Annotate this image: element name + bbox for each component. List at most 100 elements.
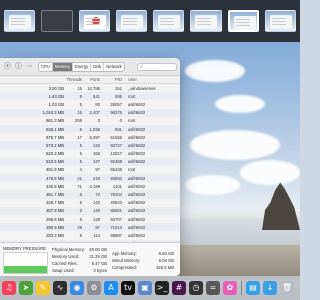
dock-terminal-icon[interactable]: >_	[155, 281, 169, 295]
table-row[interactable]: 481.8 MB 4 97 65436 root	[0, 166, 180, 174]
table-cell: asifr6602	[128, 208, 146, 214]
table-cell: 218	[93, 175, 100, 181]
space-thumbnail[interactable]	[115, 10, 147, 32]
table-cell: 137	[93, 159, 100, 165]
dock-slack-icon[interactable]: #	[172, 281, 186, 295]
dock-folder-applications-icon[interactable]: ▤	[246, 281, 260, 295]
dock-folder-downloads-icon[interactable]: ↓	[263, 281, 277, 295]
dock-system-settings-icon[interactable]: ⚙	[87, 281, 101, 295]
table-cell: root	[128, 167, 136, 173]
table-cell: 283.3 MB	[46, 232, 64, 238]
table-row[interactable]: 351.7 MB 6 72 79104 asifr6602	[0, 190, 180, 199]
tab-energy[interactable]: Energy	[73, 62, 92, 71]
table-cell: asifr6602	[128, 200, 146, 206]
dock-maps-icon[interactable]: ➤	[19, 281, 33, 295]
table-cell: asifr6602	[128, 142, 146, 148]
table-cell: 40843	[110, 200, 122, 206]
dock-clock-icon[interactable]: ◷	[189, 281, 203, 295]
table-cell: 72	[95, 192, 100, 198]
table-cell: root	[128, 93, 136, 99]
table-cell: 296.6 MB	[46, 216, 64, 222]
dock-app-store-icon[interactable]: A	[104, 281, 118, 295]
column-pid[interactable]: PID	[100, 77, 122, 82]
table-cell: 85661	[110, 208, 122, 214]
table-cell: _windowserver	[128, 85, 156, 91]
dock-notes-icon[interactable]: ✎	[36, 281, 50, 295]
table-cell: 79104	[110, 192, 122, 198]
memory-footer: MEMORY PRESSURE Physical Memory: 40.00 GB…	[0, 242, 180, 276]
search-input[interactable]: ⌕	[137, 62, 177, 71]
table-cell: 3	[79, 208, 82, 214]
space-thumbnail[interactable]	[78, 10, 110, 32]
table-row[interactable]: 476.5 MB 21 218 93693 asifr6602	[0, 174, 180, 183]
table-cell: asifr6602	[128, 126, 146, 132]
space-thumbnail[interactable]	[4, 10, 36, 32]
table-row[interactable]: 573.2 MB 5 123 93727 asifr6602	[0, 141, 180, 150]
space-thumbnail[interactable]	[264, 10, 297, 32]
space-thumbnail-current[interactable]	[227, 10, 259, 32]
table-row[interactable]: 296.6 MB 5 128 93707 asifr6602	[0, 215, 180, 223]
space-thumbnail[interactable]	[190, 10, 222, 32]
table-cell: asifr6602	[128, 183, 146, 189]
tab-cpu[interactable]: CPU	[39, 62, 53, 71]
table-cell: 92468	[110, 159, 122, 165]
table-row[interactable]: 3.00 GB 15 12,786 151 _windowserver	[0, 84, 180, 92]
column-threads[interactable]: Threads	[64, 77, 82, 82]
table-cell: 675.7 MB	[46, 134, 64, 140]
table-cell: asifr6602	[128, 134, 146, 140]
info-icon[interactable]: ⓘ	[14, 62, 23, 71]
table-cell: asifr6602	[128, 151, 146, 157]
dock-music-icon[interactable]: ♫	[2, 281, 16, 295]
table-cell: asifr6602	[128, 159, 146, 165]
column-user[interactable]: User	[122, 77, 162, 82]
table-row[interactable]: 1,010.3 MB 15 2,407 96376 asifr6602	[0, 108, 180, 117]
table-row[interactable]: 290.9 MB 29 97 71913 asifr6602	[0, 223, 180, 232]
table-cell: 5	[79, 232, 82, 238]
tab-memory[interactable]: Memory	[52, 62, 73, 71]
table-cell: 0	[119, 118, 122, 124]
more-icon[interactable]: ⋯	[25, 62, 34, 71]
table-cell: 113	[93, 232, 100, 238]
column-ports[interactable]: Ports	[82, 77, 100, 82]
table-cell: 21	[77, 175, 82, 181]
table-cell: 440.5 MB	[46, 183, 64, 189]
dock-calculator-icon[interactable]: =	[206, 281, 220, 295]
tab-disk[interactable]: Disk	[91, 62, 105, 71]
dock-photos-icon[interactable]: ✿	[223, 281, 237, 295]
space-thumbnail[interactable]	[41, 10, 73, 32]
table-row[interactable]: 328.7 MB 5 140 40843 asifr6602	[0, 199, 180, 207]
dock-preview-icon[interactable]: ▣	[138, 281, 152, 295]
table-row[interactable]: 861.3 MB 259 0 0 root	[0, 117, 180, 125]
dock-tv-icon[interactable]: tv	[121, 281, 135, 295]
space-thumbnail[interactable]	[153, 10, 185, 32]
dock-trash-icon[interactable]: 🗑	[280, 281, 294, 295]
dock-chrome-icon[interactable]: ◉	[70, 281, 84, 295]
table-cell: 158	[93, 151, 100, 157]
table-row[interactable]: 675.7 MB 17 6,397 61566 asifr6602	[0, 133, 180, 141]
table-cell: 259	[75, 118, 82, 124]
table-cell: 93727	[110, 142, 122, 148]
table-row[interactable]: 307.9 MB 3 140 85661 asifr6602	[0, 206, 180, 215]
table-row[interactable]: 1.63 GB 9 541 595 root	[0, 92, 180, 101]
table-row[interactable]: 1.03 GB 5 83 26057 asifr6602	[0, 100, 180, 108]
table-row[interactable]: 520.3 MB 5 158 12917 asifr6602	[0, 150, 180, 158]
table-cell: 140	[93, 208, 100, 214]
table-cell: 140	[93, 200, 100, 206]
tab-network[interactable]: Network	[104, 63, 123, 71]
table-cell: 71913	[110, 224, 122, 230]
tab-bar: CPU Memory Energy Disk Network	[38, 61, 125, 72]
table-cell: 151	[115, 85, 122, 91]
close-process-icon[interactable]: ⓧ	[3, 62, 12, 71]
table-row[interactable]: 510.5 MB 5 137 92468 asifr6602	[0, 157, 180, 166]
dock-activity-monitor-icon[interactable]: ∿	[53, 281, 67, 295]
table-cell: 1101	[112, 183, 122, 189]
table-cell: asifr6602	[128, 224, 146, 230]
table-row[interactable]: 283.3 MB 5 113 89887 asifr6602	[0, 231, 180, 239]
table-cell: 83	[95, 101, 100, 107]
table-row[interactable]: 636.1 MB 5 1,036 591 asifr6602	[0, 124, 180, 134]
table-cell: 97	[95, 224, 100, 230]
table-row[interactable]: 440.5 MB 71 4,199 1101 asifr6602	[0, 182, 180, 190]
table-cell: 328.7 MB	[46, 200, 64, 206]
table-cell: 1,010.3 MB	[42, 110, 64, 116]
table-cell: 4	[79, 167, 82, 173]
